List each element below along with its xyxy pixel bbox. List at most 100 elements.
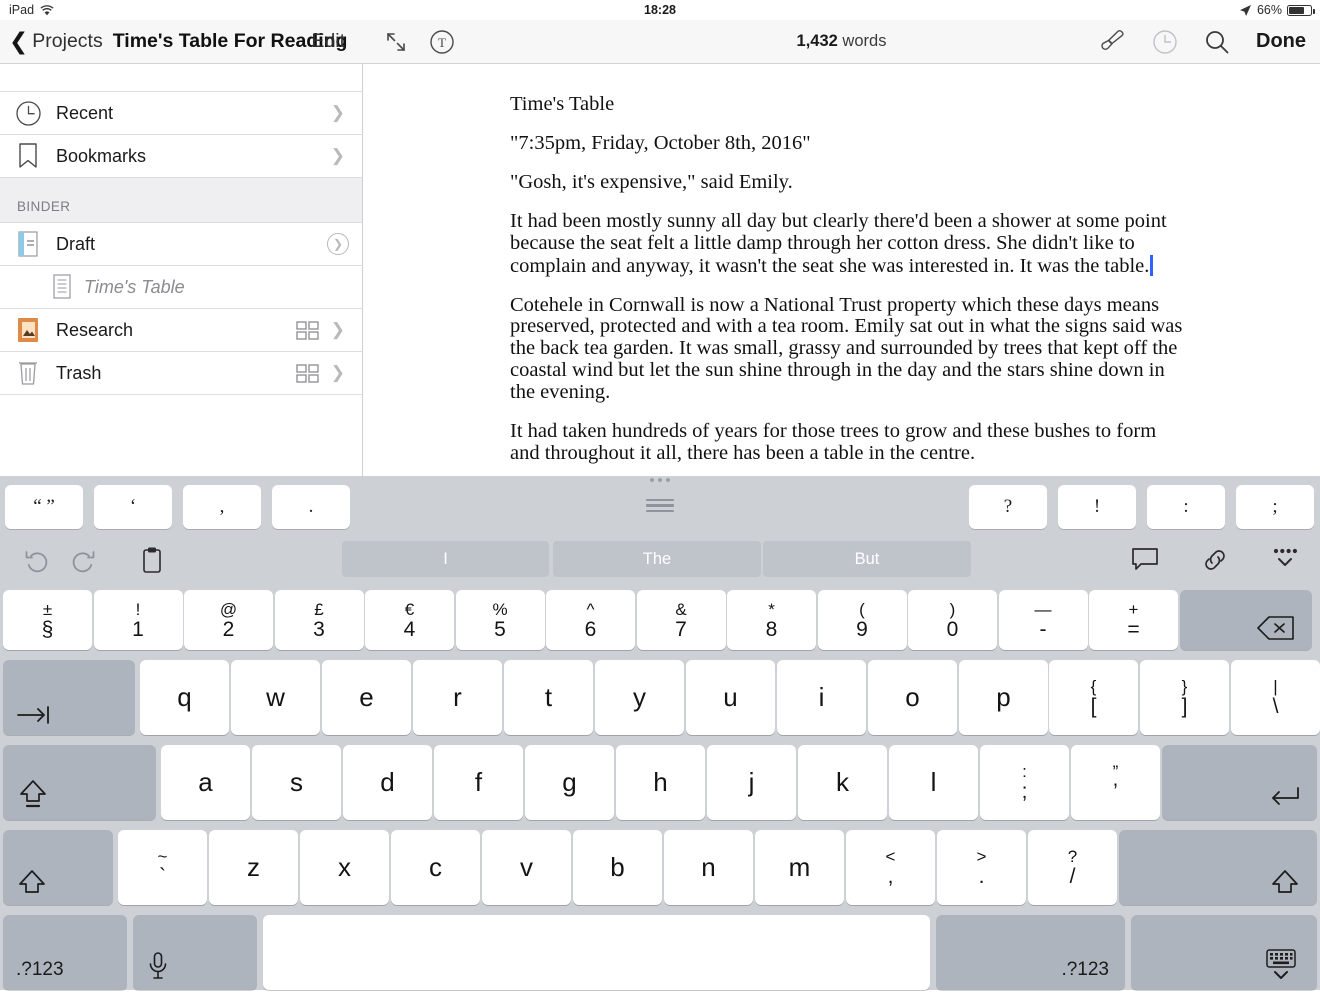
key-o[interactable]: o	[868, 660, 957, 735]
key-lower-label: 9	[856, 617, 868, 641]
key-l[interactable]: l	[889, 745, 978, 820]
key-q[interactable]: q	[140, 660, 229, 735]
shortcut-key[interactable]: .	[272, 485, 350, 529]
sidebar-item-draft[interactable]: Draft ❯	[0, 223, 362, 266]
dictation-key[interactable]	[133, 915, 257, 990]
shift-key-right[interactable]	[1119, 830, 1317, 905]
key-d[interactable]: d	[343, 745, 432, 820]
key-h[interactable]: h	[616, 745, 705, 820]
back-to-projects-button[interactable]: Projects	[32, 30, 102, 53]
key-label: a	[198, 767, 213, 797]
key-period[interactable]: >.	[937, 830, 1026, 905]
sidebar-item-research[interactable]: Research ❯	[0, 309, 362, 352]
shortcut-key[interactable]: ;	[1236, 485, 1314, 529]
caps-lock-key[interactable]	[3, 745, 156, 820]
key-0[interactable]: ) 0	[908, 590, 997, 650]
key-i[interactable]: i	[777, 660, 866, 735]
key-y[interactable]: y	[595, 660, 684, 735]
circle-chevron-right-icon[interactable]: ❯	[327, 233, 349, 255]
document-text[interactable]: Time's Table "7:35pm, Friday, October 8th…	[364, 64, 1320, 465]
key-lower-label: ;	[1021, 780, 1028, 803]
key-9[interactable]: (9	[817, 590, 907, 650]
shortcut-key[interactable]: :	[1147, 485, 1225, 529]
undo-icon[interactable]	[22, 546, 52, 576]
clock-icon[interactable]	[1152, 29, 1178, 55]
numeric-key-right[interactable]: .?123	[936, 915, 1125, 990]
more-options-icon[interactable]	[1268, 546, 1302, 576]
key-upper-label: ”	[1112, 762, 1119, 781]
key-3[interactable]: £3	[274, 590, 364, 650]
grid-view-icon[interactable]	[296, 320, 320, 340]
key-n[interactable]: n	[664, 830, 753, 905]
paintbrush-icon[interactable]	[1096, 29, 1126, 55]
key-s[interactable]: s	[252, 745, 341, 820]
document-editor[interactable]: Time's Table "7:35pm, Friday, October 8th…	[364, 64, 1320, 476]
done-button[interactable]: Done	[1256, 30, 1306, 53]
key-2[interactable]: @2	[184, 590, 273, 650]
key-m[interactable]: m	[755, 830, 844, 905]
key-x[interactable]: x	[300, 830, 389, 905]
key-t[interactable]: t	[504, 660, 593, 735]
key-f[interactable]: f	[434, 745, 523, 820]
comment-icon[interactable]	[1130, 546, 1160, 574]
chevron-left-icon[interactable]: ❮	[9, 30, 28, 53]
key-c[interactable]: c	[391, 830, 480, 905]
key-tilde[interactable]: ~ `	[118, 830, 207, 905]
prediction-chip[interactable]: But	[763, 541, 971, 577]
edit-button[interactable]: Edit	[311, 30, 345, 53]
sidebar-item-trash[interactable]: Trash ❯	[0, 352, 362, 395]
key-comma[interactable]: <,	[846, 830, 935, 905]
shortcut-key[interactable]: ‘	[94, 485, 172, 529]
key-[[interactable]: {[	[1049, 660, 1138, 735]
key-semicolon[interactable]: :;	[980, 745, 1069, 820]
prediction-chip[interactable]: I	[342, 541, 549, 577]
key-=[interactable]: + =	[1089, 590, 1178, 650]
key-v[interactable]: v	[482, 830, 571, 905]
shift-key-left[interactable]	[3, 830, 113, 905]
numeric-key-left[interactable]: .?123	[3, 915, 127, 990]
return-key[interactable]	[1162, 745, 1317, 820]
key-1[interactable]: ! 1	[93, 590, 183, 650]
key-a[interactable]: a	[161, 745, 250, 820]
prediction-chip[interactable]: The	[553, 541, 761, 577]
key--[interactable]: — -	[998, 590, 1088, 650]
key-b[interactable]: b	[573, 830, 662, 905]
sidebar-item-recent[interactable]: Recent ❯	[0, 92, 362, 135]
key-7[interactable]: & 7	[636, 590, 726, 650]
key-apostrophe[interactable]: ”’	[1071, 745, 1160, 820]
key-§[interactable]: ± §	[3, 590, 92, 650]
redo-icon[interactable]	[68, 546, 98, 576]
key-w[interactable]: w	[231, 660, 320, 735]
key-8[interactable]: * 8	[727, 590, 816, 650]
space-key[interactable]	[263, 915, 930, 990]
key-g[interactable]: g	[525, 745, 614, 820]
editor-navigation-bar: T 1,432 words Done	[363, 20, 1320, 64]
key-][interactable]: }]	[1140, 660, 1229, 735]
sidebar-item-bookmarks[interactable]: Bookmarks ❯	[0, 135, 362, 178]
grid-view-icon[interactable]	[296, 363, 320, 383]
shortcut-key[interactable]: ?	[969, 485, 1047, 529]
key-4[interactable]: €4	[365, 590, 454, 650]
shortcut-key[interactable]: !	[1058, 485, 1136, 529]
key-k[interactable]: k	[798, 745, 887, 820]
key-j[interactable]: j	[707, 745, 796, 820]
keyboard-drag-handle-icon[interactable]	[643, 478, 677, 513]
key-5[interactable]: % 5	[455, 590, 545, 650]
key-slash[interactable]: ? /	[1028, 830, 1117, 905]
key-6[interactable]: ^ 6	[546, 590, 635, 650]
delete-key[interactable]	[1179, 590, 1312, 650]
sidebar-item-times-table[interactable]: Time's Table	[0, 266, 362, 309]
key-r[interactable]: r	[413, 660, 502, 735]
link-icon[interactable]	[1200, 546, 1230, 574]
shortcut-key[interactable]: ,	[183, 485, 261, 529]
key-backslash[interactable]: | \	[1231, 660, 1320, 735]
key-e[interactable]: e	[322, 660, 411, 735]
tab-key[interactable]	[3, 660, 135, 735]
key-z[interactable]: z	[209, 830, 298, 905]
key-p[interactable]: p	[959, 660, 1048, 735]
search-icon[interactable]	[1204, 29, 1230, 55]
shortcut-key[interactable]: “ ”	[5, 485, 83, 529]
clipboard-icon[interactable]	[139, 546, 165, 576]
key-u[interactable]: u	[686, 660, 775, 735]
hide-keyboard-key[interactable]	[1131, 915, 1317, 990]
